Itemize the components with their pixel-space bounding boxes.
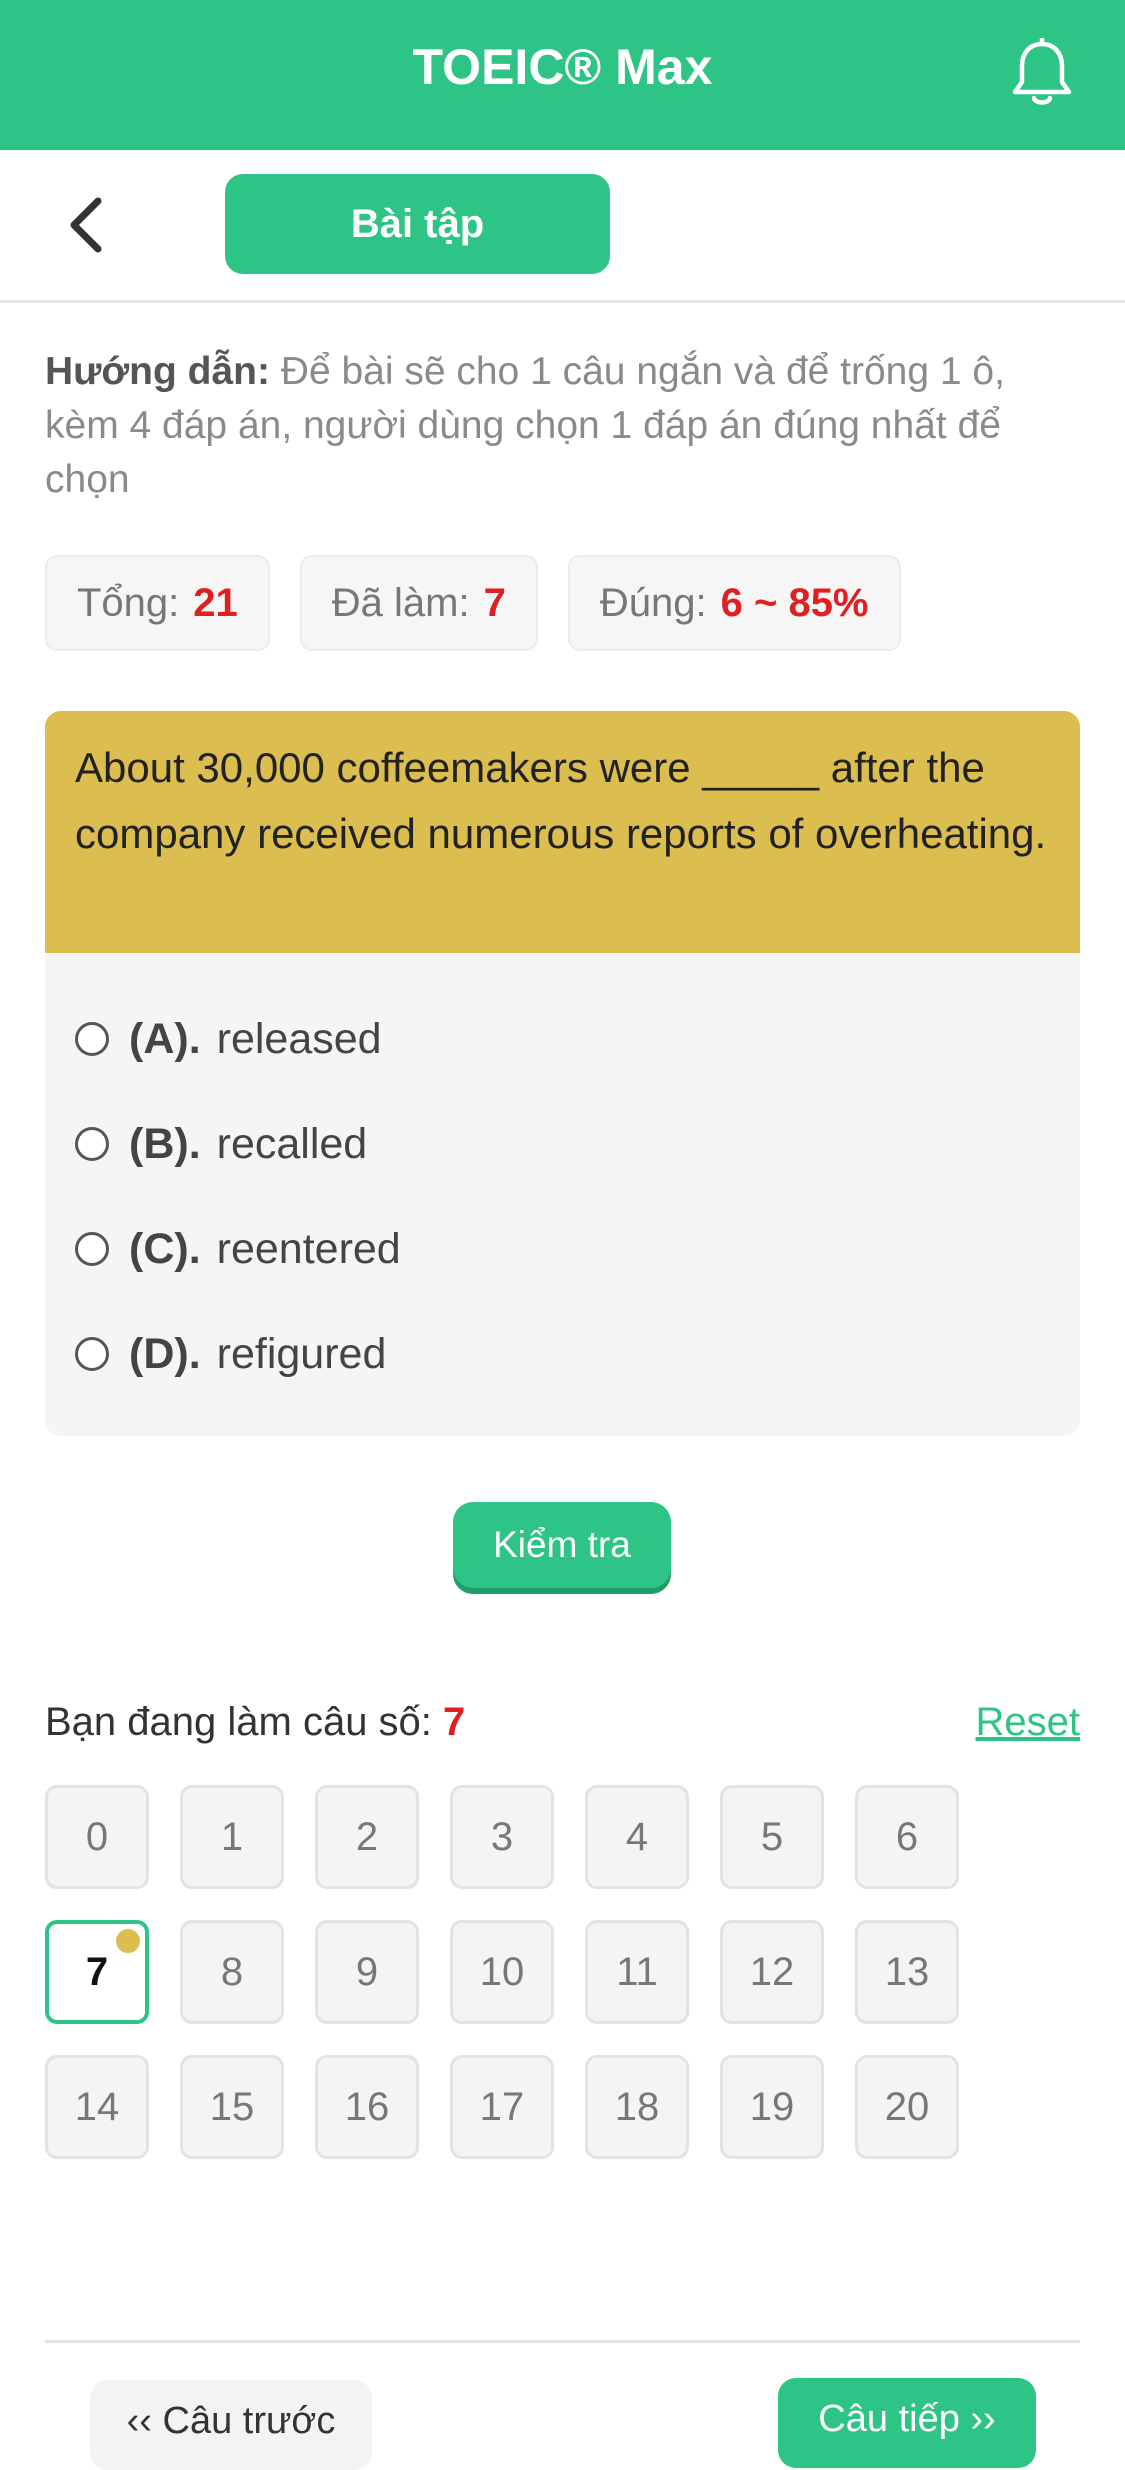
divider <box>45 2340 1080 2343</box>
question-number-label: 1 <box>220 1814 244 1859</box>
question-number-button[interactable]: 20 <box>855 2055 959 2159</box>
stat-correct: Đúng: 6 ~ 85% <box>567 555 901 651</box>
question-number-button[interactable]: 4 <box>585 1785 689 1889</box>
previous-question-button[interactable]: ‹‹ Câu trước <box>90 2380 372 2470</box>
question-number-button[interactable]: 12 <box>720 1920 824 2024</box>
question-number-button[interactable]: 13 <box>855 1920 959 2024</box>
option-text: recalled <box>216 1119 368 1168</box>
option-letter: (C). <box>129 1224 201 1273</box>
question-number-button[interactable]: 8 <box>180 1920 284 2024</box>
current-question-number: 7 <box>443 1700 466 1744</box>
radio-button[interactable] <box>75 1127 109 1161</box>
progress-label: Bạn đang làm câu số: 7 <box>45 1700 465 1745</box>
question-number-label: 3 <box>490 1814 514 1859</box>
question-number-label: 9 <box>355 1949 379 1994</box>
question-number-label: 2 <box>355 1814 379 1859</box>
question-number-button[interactable]: 10 <box>450 1920 554 2024</box>
question-number-button[interactable]: 15 <box>180 2055 284 2159</box>
question-number-button[interactable]: 0 <box>45 1785 149 1889</box>
stat-label: Tổng: <box>77 580 180 625</box>
option-text: released <box>216 1014 382 1063</box>
question-card: About 30,000 coffeemakers were _____ aft… <box>45 711 1080 1436</box>
reset-link[interactable]: Reset <box>976 1700 1081 1745</box>
option-letter: (B). <box>129 1119 201 1168</box>
question-number-label: 0 <box>85 1814 109 1859</box>
question-number-button[interactable]: 11 <box>585 1920 689 2024</box>
question-number-label: 20 <box>884 2084 930 2129</box>
question-number-label: 8 <box>220 1949 244 1994</box>
question-number-button[interactable]: 19 <box>720 2055 824 2159</box>
question-number-label: 18 <box>614 2084 660 2129</box>
option-text: refigured <box>216 1329 387 1378</box>
question-number-button[interactable]: 9 <box>315 1920 419 2024</box>
question-number-button[interactable]: 16 <box>315 2055 419 2159</box>
tab-exercise[interactable]: Bài tập <box>225 174 610 274</box>
question-number-label: 5 <box>760 1814 784 1859</box>
next-question-button[interactable]: Câu tiếp ›› <box>778 2378 1036 2468</box>
option-letter: (D). <box>129 1329 201 1378</box>
question-number-button[interactable]: 1 <box>180 1785 284 1889</box>
option-b[interactable]: (B). recalled <box>75 1114 367 1174</box>
option-c[interactable]: (C). reentered <box>75 1219 401 1279</box>
question-number-label: 4 <box>625 1814 649 1859</box>
question-number-button[interactable]: 14 <box>45 2055 149 2159</box>
chevron-left-icon[interactable] <box>58 195 118 255</box>
question-number-label: 6 <box>895 1814 919 1859</box>
question-number-button[interactable]: 5 <box>720 1785 824 1889</box>
sub-toolbar: Bài tập <box>0 150 1125 303</box>
question-number-label: 10 <box>479 1949 525 1994</box>
stat-done: Đã làm: 7 <box>299 555 538 651</box>
question-number-grid: 0 1 2 3 4 5 6 7 8 9 10 11 12 13 14 15 16 17 18 19 20 <box>45 1785 1045 2159</box>
question-number-label: 19 <box>749 2084 795 2129</box>
question-number-label: 7 <box>85 1949 109 1994</box>
question-number-label: 12 <box>749 1949 795 1994</box>
stat-value: 21 <box>193 580 238 625</box>
progress-text: Bạn đang làm câu số: <box>45 1700 432 1744</box>
option-d[interactable]: (D). refigured <box>75 1324 386 1384</box>
option-letter: (A). <box>129 1014 201 1063</box>
question-number-label: 16 <box>344 2084 390 2129</box>
stat-value: 6 ~ 85% <box>720 580 869 625</box>
radio-button[interactable] <box>75 1232 109 1266</box>
question-text: About 30,000 coffeemakers were _____ aft… <box>45 711 1080 953</box>
question-number-button[interactable]: 17 <box>450 2055 554 2159</box>
question-number-label: 13 <box>884 1949 930 1994</box>
instructions-label: Hướng dẫn: <box>45 350 270 393</box>
question-number-label: 15 <box>209 2084 255 2129</box>
stat-label: Đúng: <box>599 580 707 625</box>
stat-total: Tổng: 21 <box>45 555 270 651</box>
option-text: reentered <box>216 1224 401 1273</box>
stat-label: Đã làm: <box>331 580 470 625</box>
radio-button[interactable] <box>75 1337 109 1371</box>
question-number-label: 11 <box>616 1949 658 1994</box>
app-title: TOEIC® Max <box>412 39 713 95</box>
question-number-button[interactable]: 6 <box>855 1785 959 1889</box>
question-number-button[interactable]: 7 <box>45 1920 149 2024</box>
question-number-button[interactable]: 18 <box>585 2055 689 2159</box>
question-number-button[interactable]: 2 <box>315 1785 419 1889</box>
check-button[interactable]: Kiểm tra <box>453 1502 671 1588</box>
stat-value: 7 <box>483 580 506 625</box>
stats-row: Tổng: 21 Đã làm: 7 Đúng: 6 ~ 85% <box>45 555 901 651</box>
question-number-label: 14 <box>74 2084 120 2129</box>
app-header: TOEIC® Max <box>0 0 1125 150</box>
instructions: Hướng dẫn: Để bài sẽ cho 1 câu ngắn và đ… <box>45 345 1085 507</box>
current-indicator-dot <box>116 1929 140 1953</box>
question-number-button[interactable]: 3 <box>450 1785 554 1889</box>
question-number-label: 17 <box>479 2084 525 2129</box>
radio-button[interactable] <box>75 1022 109 1056</box>
bell-icon[interactable] <box>1009 38 1075 110</box>
option-a[interactable]: (A). released <box>75 1009 382 1069</box>
